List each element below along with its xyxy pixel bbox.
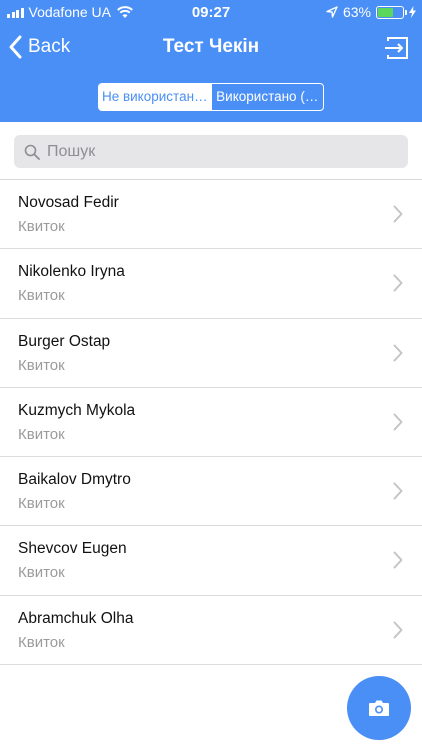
chevron-right-icon bbox=[393, 344, 403, 362]
search-icon bbox=[24, 144, 40, 160]
list-item[interactable]: Abramchuk Olha Квиток bbox=[0, 596, 422, 666]
attendee-name: Novosad Fedir bbox=[18, 194, 119, 211]
chevron-right-icon bbox=[393, 551, 403, 569]
ticket-type: Квиток bbox=[18, 218, 65, 235]
list-item[interactable]: Shevcov Eugen Квиток bbox=[0, 526, 422, 596]
segment-unused[interactable]: Не використан… bbox=[99, 84, 211, 110]
segment-used[interactable]: Використано (… bbox=[210, 84, 324, 110]
attendee-name: Abramchuk Olha bbox=[18, 609, 134, 627]
search-bar: Пошук bbox=[0, 122, 422, 180]
app-header: Vodafone UA 09:27 63% Back Тест Чекін Не… bbox=[0, 0, 422, 122]
attendee-name: Shevcov Eugen bbox=[18, 540, 127, 558]
ticket-type: Квиток bbox=[18, 356, 65, 374]
list-item[interactable]: Novosad Fedir Квиток bbox=[0, 180, 422, 250]
attendee-list: Novosad Fedir Квиток Nikolenko Iryna Кви… bbox=[0, 180, 422, 666]
status-bar: Vodafone UA 09:27 63% bbox=[0, 0, 422, 26]
list-item[interactable]: Baikalov Dmytro Квиток bbox=[0, 457, 422, 527]
search-placeholder: Пошук bbox=[47, 142, 96, 160]
chevron-left-icon bbox=[9, 35, 22, 59]
ticket-type: Квиток bbox=[18, 287, 65, 305]
back-label: Back bbox=[28, 36, 71, 57]
status-right: 63% bbox=[326, 4, 416, 20]
battery-icon bbox=[376, 5, 407, 19]
chevron-right-icon bbox=[393, 482, 403, 500]
scan-camera-button[interactable] bbox=[347, 676, 411, 740]
ticket-type: Квиток bbox=[18, 495, 65, 513]
list-item[interactable]: Nikolenko Iryna Квиток bbox=[0, 249, 422, 319]
chevron-right-icon bbox=[393, 205, 403, 223]
page-title: Тест Чекін bbox=[162, 36, 260, 57]
list-item[interactable]: Kuzmych Mykola Квиток bbox=[0, 388, 422, 458]
list-item[interactable]: Burger Ostap Квиток bbox=[0, 319, 422, 388]
back-button[interactable]: Back bbox=[8, 33, 70, 61]
segmented-control: Не використан… Використано (… bbox=[98, 83, 324, 111]
location-arrow-icon bbox=[326, 6, 338, 18]
chevron-right-icon bbox=[393, 621, 403, 639]
attendee-name: Kuzmych Mykola bbox=[18, 401, 136, 419]
camera-icon bbox=[369, 700, 389, 716]
search-input[interactable]: Пошук bbox=[14, 135, 408, 168]
charging-bolt-icon bbox=[409, 6, 416, 18]
attendee-name: Nikolenko Iryna bbox=[18, 263, 125, 281]
attendee-name: Baikalov Dmytro bbox=[18, 471, 131, 489]
battery-fill bbox=[378, 7, 394, 17]
battery-percent: 63% bbox=[342, 4, 371, 20]
chevron-right-icon bbox=[393, 413, 403, 431]
chevron-right-icon bbox=[393, 274, 403, 292]
attendee-name: Burger Ostap bbox=[18, 332, 111, 350]
ticket-type: Квиток bbox=[18, 425, 65, 443]
logout-arrow-icon[interactable] bbox=[384, 35, 410, 61]
ticket-type: Квиток bbox=[18, 564, 65, 582]
ticket-type: Квиток bbox=[18, 633, 65, 651]
